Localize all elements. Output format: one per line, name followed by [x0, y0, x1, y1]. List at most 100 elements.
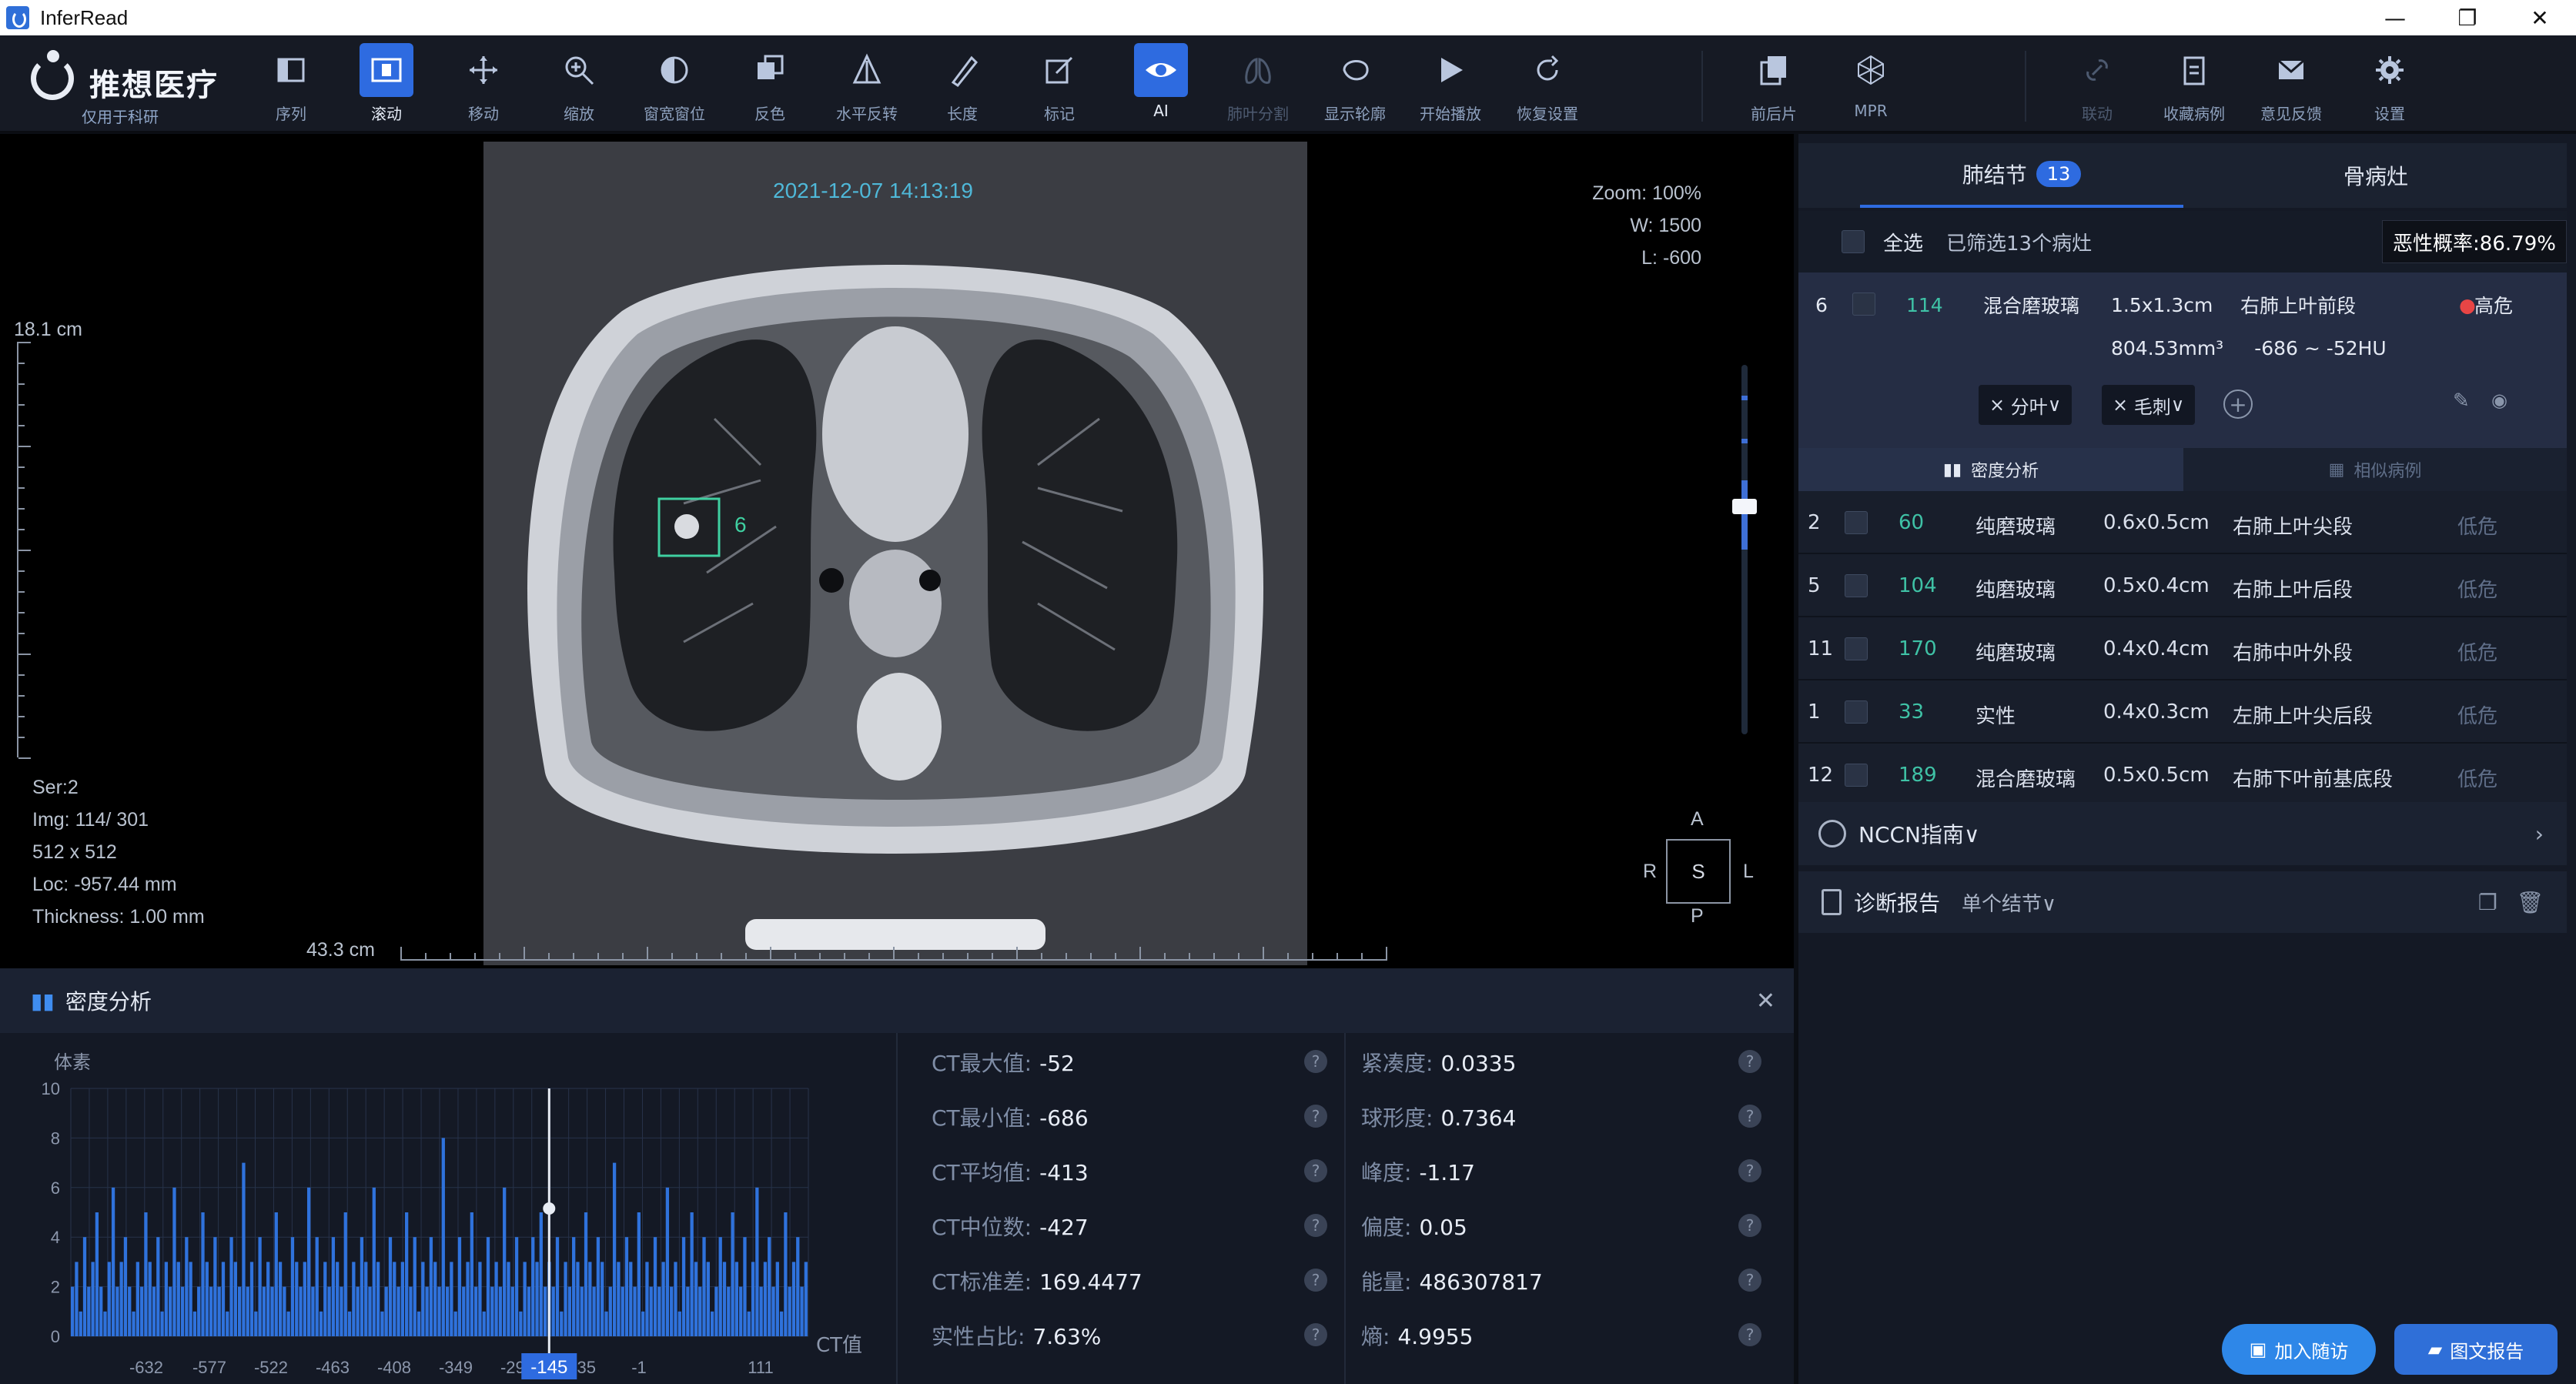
close-density-icon[interactable]: ✕: [1756, 988, 1775, 1015]
row-image-number[interactable]: 189: [1899, 764, 1937, 787]
add-tag-icon[interactable]: +: [2223, 389, 2253, 419]
tool-window-level[interactable]: 窗宽窗位: [631, 43, 718, 128]
row-checkbox[interactable]: [1845, 574, 1868, 597]
histogram-bar: [507, 1262, 510, 1336]
help-icon[interactable]: ?: [1738, 1323, 1761, 1346]
histogram-bar: [242, 1162, 246, 1336]
histogram-bar: [588, 1262, 592, 1336]
stat-item: 球形度: 0.7364: [1361, 1102, 1516, 1132]
tool-ruler[interactable]: 长度: [919, 43, 1005, 128]
findings-tabs: 肺结节 13 骨病灶: [1798, 143, 2567, 208]
tool-invert[interactable]: 反色: [727, 43, 813, 128]
help-icon[interactable]: ?: [1304, 1050, 1327, 1073]
tool-link[interactable]: 联动: [2054, 43, 2140, 128]
slice-slider[interactable]: [1732, 365, 1757, 734]
nodule-row[interactable]: 12 189 混合磨玻璃 0.5x0.5cm 右肺下叶前基底段 低危: [1798, 744, 2567, 807]
tool-settings[interactable]: 设置: [2347, 43, 2433, 128]
tool-contour[interactable]: 显示轮廓: [1312, 43, 1398, 128]
help-icon[interactable]: ?: [1304, 1105, 1327, 1128]
selected-nodule-card[interactable]: 6 114 混合磨玻璃 1.5x1.3cm 右肺上叶前段 ● 高危 804.53…: [1798, 272, 2567, 448]
tool-annotate[interactable]: 标记: [1016, 43, 1102, 128]
orientation-cube[interactable]: S: [1666, 839, 1731, 904]
tool-zoom[interactable]: 缩放: [536, 43, 622, 128]
image-viewer[interactable]: 2021-12-07 14:13:19 6 Zoom: 100% W: 1500…: [0, 134, 1794, 968]
image-index-text: Img: 114/ 301: [32, 809, 149, 831]
select-all-label[interactable]: 全选: [1883, 228, 1923, 256]
nodule-checkbox[interactable]: [1852, 293, 1875, 316]
tool-feedback[interactable]: 意见反馈: [2248, 43, 2334, 128]
help-icon[interactable]: ?: [1304, 1269, 1327, 1292]
ruler-tick: [597, 953, 599, 959]
tab-nodule[interactable]: 肺结节 13: [1860, 143, 2183, 208]
close-button[interactable]: ✕: [2504, 0, 2576, 35]
tag-lobulation[interactable]: × 分叶 ∨: [1979, 385, 2073, 425]
ct-image[interactable]: 2021-12-07 14:13:19 6: [483, 142, 1307, 965]
row-checkbox[interactable]: [1845, 637, 1868, 660]
tool-label: 序列: [276, 105, 306, 123]
minimize-button[interactable]: —: [2359, 0, 2431, 35]
subtab-similar[interactable]: ▦ 相似病例: [2183, 448, 2567, 491]
row-checkbox[interactable]: [1845, 764, 1868, 787]
tab-bone-lesion[interactable]: 骨病灶: [2214, 143, 2538, 208]
tool-reset[interactable]: 恢复设置: [1504, 43, 1591, 128]
help-icon[interactable]: ?: [1738, 1269, 1761, 1292]
tool-flip[interactable]: 水平反转: [824, 43, 910, 128]
nodule-type[interactable]: 混合磨玻璃: [1983, 291, 2079, 319]
row-checkbox[interactable]: [1845, 700, 1868, 724]
tool-favorite[interactable]: 收藏病例: [2151, 43, 2237, 128]
nodule-row[interactable]: 2 60 纯磨玻璃 0.6x0.5cm 右肺上叶尖段 低危: [1798, 491, 2567, 554]
stat-item: CT最小值: -686: [932, 1102, 1089, 1132]
tool-eye[interactable]: AI: [1118, 43, 1204, 128]
histogram-bar: [258, 1237, 262, 1336]
tool-move[interactable]: 移动: [440, 43, 527, 128]
tool-label: AI: [1153, 102, 1169, 120]
help-icon[interactable]: ?: [1738, 1105, 1761, 1128]
delete-icon[interactable]: 🗑: [2516, 890, 2544, 915]
subtab-density[interactable]: ▮▮ 密度分析: [1798, 448, 2183, 491]
tool-series[interactable]: 序列: [248, 43, 334, 128]
tool-label: 设置: [2374, 105, 2405, 123]
stat-value: -427: [1039, 1215, 1089, 1240]
help-icon[interactable]: ?: [1738, 1050, 1761, 1073]
nodule-row[interactable]: 1 33 实性 0.4x0.3cm 左肺上叶尖后段 低危: [1798, 680, 2567, 744]
help-icon[interactable]: ?: [1738, 1214, 1761, 1237]
row-image-number[interactable]: 170: [1899, 637, 1937, 660]
nodule-marker-label[interactable]: 6: [734, 513, 747, 537]
row-image-number[interactable]: 104: [1899, 574, 1937, 597]
tool-compare[interactable]: 前后片: [1731, 43, 1817, 128]
histogram-bar: [103, 1311, 107, 1336]
image-report-button[interactable]: ▰ 图文报告: [2394, 1324, 2558, 1375]
add-followup-button[interactable]: ▣ 加入随访: [2222, 1324, 2376, 1375]
slider-thumb[interactable]: [1732, 499, 1757, 514]
density-histogram[interactable]: 0 2 4 6 8 10 -632 -577 -522 -463 -408 -349 -294 -235-…: [0, 1033, 893, 1384]
ruler-tick: [18, 695, 25, 697]
nodule-row[interactable]: 5 104 纯磨玻璃 0.5x0.4cm 右肺上叶后段 低危: [1798, 554, 2567, 617]
nccn-guide-row[interactable]: NCCN指南∨ ›: [1798, 802, 2567, 865]
help-icon[interactable]: ?: [1304, 1159, 1327, 1182]
help-icon[interactable]: ?: [1738, 1159, 1761, 1182]
tool-play[interactable]: 开始播放: [1407, 43, 1494, 128]
row-checkbox[interactable]: [1845, 511, 1868, 534]
restore-button[interactable]: ❐: [2431, 0, 2504, 35]
help-icon[interactable]: ?: [1304, 1323, 1327, 1346]
tag-spiculation[interactable]: × 毛刺 ∨: [2102, 385, 2196, 425]
stat-item: 紧凑度: 0.0335: [1361, 1047, 1516, 1078]
visibility-icon[interactable]: ◉: [2491, 389, 2507, 411]
nodule-row[interactable]: 11 170 纯磨玻璃 0.4x0.4cm 右肺中叶外段 低危: [1798, 617, 2567, 680]
copy-icon[interactable]: ❐: [2478, 890, 2497, 915]
tool-mpr[interactable]: MPR: [1828, 43, 1914, 128]
select-all-checkbox[interactable]: [1842, 230, 1865, 253]
nodule-risk[interactable]: 高危: [2474, 291, 2513, 319]
chevron-right-icon[interactable]: ›: [2535, 821, 2544, 847]
row-image-number[interactable]: 33: [1899, 700, 1924, 724]
tool-scroll[interactable]: 滚动: [343, 43, 430, 128]
stat-key: 实性占比:: [932, 1324, 1025, 1349]
nodule-image-number[interactable]: 114: [1906, 294, 1943, 316]
edit-icon[interactable]: ✎: [2453, 389, 2470, 413]
help-icon[interactable]: ?: [1304, 1214, 1327, 1237]
row-image-number[interactable]: 60: [1899, 511, 1924, 534]
report-mode-select[interactable]: 单个结节∨: [1962, 888, 2056, 917]
nodule-location[interactable]: 右肺上叶前段: [2240, 291, 2356, 319]
tool-lung[interactable]: 肺叶分割: [1215, 43, 1301, 128]
histogram-bar: [274, 1212, 278, 1336]
